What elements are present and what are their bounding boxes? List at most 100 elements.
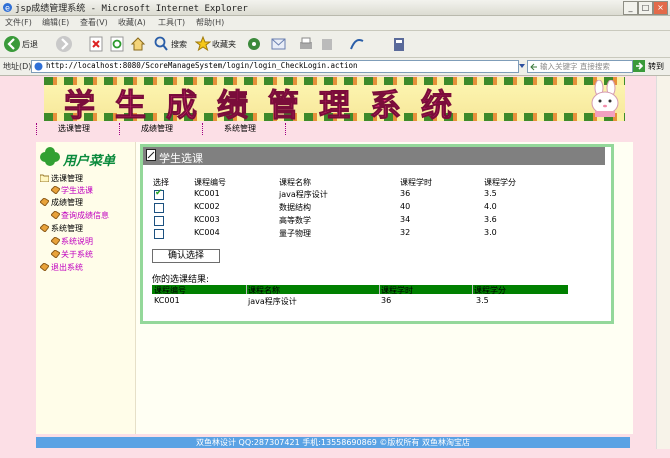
book-icon (40, 224, 49, 232)
menu-file[interactable]: 文件(F) (5, 17, 32, 28)
menu-view[interactable]: 查看(V) (80, 17, 108, 28)
sidebar-group-course[interactable]: 选课管理 (51, 173, 83, 184)
result-header-name: 课程名称 (248, 286, 280, 295)
confirm-selection-button[interactable]: 确认选择 (152, 249, 220, 263)
menu-tools[interactable]: 工具(T) (158, 17, 185, 28)
sidebar-title: 用户菜单 (63, 154, 116, 169)
sidebar-item-query-grades[interactable]: 查询成绩信息 (61, 210, 109, 221)
sidebar-item-about[interactable]: 关于系统 (61, 249, 93, 260)
menu-help[interactable]: 帮助(H) (196, 17, 224, 28)
forward-icon[interactable] (55, 35, 73, 53)
nav-divider (285, 123, 287, 135)
result-course-hours: 36 (381, 296, 392, 305)
sidebar-item-system-info[interactable]: 系统说明 (61, 236, 93, 247)
mail-icon[interactable] (270, 35, 288, 53)
media-icon[interactable] (246, 35, 262, 53)
page-icon (34, 62, 43, 71)
go-label: 转到 (648, 62, 664, 71)
folder-open-icon (40, 198, 49, 206)
course-hours: 32 (400, 228, 411, 237)
sidebar-item-student-course[interactable]: 学生选课 (61, 185, 93, 196)
address-url: http://localhost:8080/ScoreManageSystem/… (46, 61, 358, 70)
vertical-scrollbar[interactable] (656, 76, 670, 449)
nav-system[interactable]: 系统管理 (224, 123, 256, 134)
sidebar-logout[interactable]: 退出系统 (51, 262, 83, 273)
column-header-course-id: 课程编号 (194, 178, 226, 187)
course-hours: 36 (400, 189, 411, 198)
result-course-credit: 3.5 (476, 296, 489, 305)
close-button[interactable]: × (653, 1, 668, 15)
course-name: 数据结构 (279, 203, 311, 212)
header-divider (472, 285, 473, 294)
status-bar (0, 449, 670, 458)
menu-favorites[interactable]: 收藏(A) (118, 17, 146, 28)
course-checkbox[interactable]: ✔ (154, 188, 164, 200)
keyword-search-input[interactable]: 输入关键字 直接搜索 (527, 60, 633, 73)
window-title: jsp成绩管理系统 - Microsoft Internet Explorer (15, 4, 248, 14)
result-header-credit: 课程学分 (474, 286, 506, 295)
page-footer: 双鱼林设计 QQ:287307421 手机:13558690869 ©版权所有 … (36, 437, 630, 448)
nav-divider (36, 123, 38, 135)
back-icon[interactable] (3, 35, 21, 53)
ie-logo-icon: e (3, 3, 12, 13)
research-icon[interactable] (392, 35, 406, 53)
address-dropdown-icon[interactable] (518, 61, 526, 71)
course-name: java程序设计 (279, 190, 328, 199)
result-label: 你的选课结果: (152, 275, 210, 285)
maximize-button[interactable]: □ (638, 1, 653, 15)
clover-icon (40, 147, 60, 166)
course-hours: 40 (400, 202, 411, 211)
course-id: KC002 (194, 202, 220, 211)
nav-course-selection[interactable]: 选课管理 (58, 123, 90, 134)
course-credit: 3.5 (484, 189, 497, 198)
refresh-icon[interactable] (109, 35, 125, 53)
result-table-header: 课程编号 课程名称 课程学时 课程学分 (152, 285, 568, 295)
sidebar-group-grades[interactable]: 成绩管理 (51, 197, 83, 208)
folder-open-icon (40, 174, 49, 182)
course-checkbox[interactable] (154, 216, 164, 226)
header-divider (246, 285, 247, 294)
edit-icon[interactable] (320, 35, 334, 53)
course-name: 高等数学 (279, 216, 311, 225)
course-checkbox[interactable] (154, 229, 164, 239)
minimize-button[interactable]: _ (623, 1, 638, 15)
go-arrow-icon (633, 60, 645, 72)
book-icon (51, 237, 60, 245)
course-credit: 3.0 (484, 228, 497, 237)
home-icon[interactable] (130, 35, 146, 53)
edit-note-icon (146, 149, 156, 161)
column-header-credit: 课程学分 (484, 178, 516, 187)
book-icon (51, 186, 60, 194)
menu-edit[interactable]: 编辑(E) (42, 17, 69, 28)
column-header-hours: 课程学时 (400, 178, 432, 187)
site-banner: 学生成绩管理系统 (44, 77, 625, 121)
favorites-star-icon[interactable] (195, 35, 211, 53)
favorites-label[interactable]: 收藏夹 (212, 39, 236, 50)
course-id: KC004 (194, 228, 220, 237)
book-icon (51, 211, 60, 219)
messenger-icon[interactable] (349, 35, 365, 53)
search-label[interactable]: 搜索 (171, 39, 187, 50)
course-name: 量子物理 (279, 229, 311, 238)
course-credit: 3.6 (484, 215, 497, 224)
go-button[interactable]: 转到 (633, 59, 669, 73)
top-navigation: 选课管理 成绩管理 系统管理 (36, 121, 632, 136)
panel-header: 学生选课 (143, 147, 605, 165)
print-icon[interactable] (298, 35, 314, 53)
nav-divider (202, 123, 204, 135)
svg-text:e: e (5, 4, 10, 13)
result-header-id: 课程编号 (154, 286, 186, 295)
nav-grades[interactable]: 成绩管理 (141, 123, 173, 134)
back-label[interactable]: 后退 (22, 39, 38, 50)
course-hours: 34 (400, 215, 411, 224)
search-icon[interactable] (153, 35, 169, 53)
column-header-course-name: 课程名称 (279, 178, 311, 187)
address-input[interactable]: http://localhost:8080/ScoreManageSystem/… (31, 60, 519, 73)
window-title-bar: e jsp成绩管理系统 - Microsoft Internet Explore… (0, 0, 670, 16)
browser-toolbar: 后退 搜索 收藏夹 (0, 31, 670, 58)
sidebar-group-system[interactable]: 系统管理 (51, 223, 83, 234)
sidebar-header: 用户菜单 (39, 146, 129, 169)
course-id: KC001 (194, 189, 220, 198)
course-checkbox[interactable] (154, 203, 164, 213)
stop-icon[interactable] (88, 35, 104, 53)
